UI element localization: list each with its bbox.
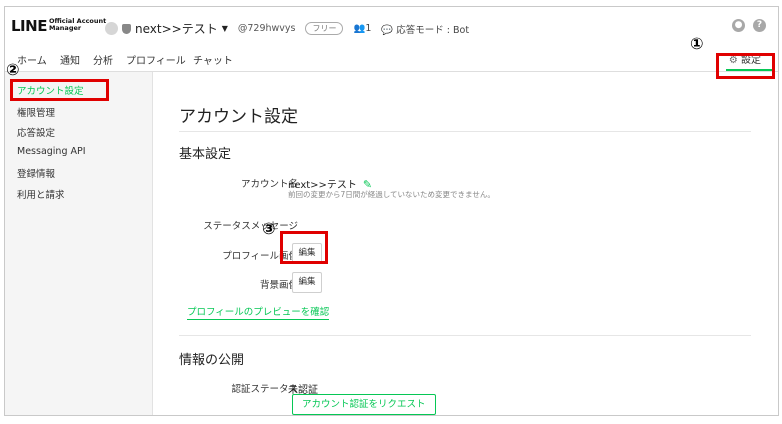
tab-chat[interactable]: チャット [193, 52, 233, 67]
highlight-profile-image-edit [280, 231, 328, 264]
top-icons: ● ? [732, 19, 766, 32]
divider [179, 131, 751, 132]
avatar [105, 22, 118, 35]
divider [179, 335, 751, 336]
highlight-account-settings [10, 79, 109, 101]
basic-settings-heading: 基本設定 [179, 147, 232, 162]
sidebar: アカウント設定 権限管理 応答設定 Messaging API 登録情報 利用と… [5, 72, 153, 415]
tab-notifications[interactable]: 通知 [60, 52, 80, 67]
sidebar-item-response-settings[interactable]: 応答設定 [17, 125, 55, 139]
public-info-heading: 情報の公開 [179, 353, 245, 368]
tab-profile[interactable]: プロフィール [126, 52, 186, 67]
account-name-note: 前回の変更から7日間が経過していないため変更できません。 [288, 190, 495, 199]
tab-analytics[interactable]: 分析 [93, 52, 113, 67]
profile-preview-link[interactable]: プロフィールのプレビューを確認 [187, 304, 330, 320]
status-message-label: ステータスメッセージ [203, 221, 298, 232]
account-name: next>>テスト [135, 22, 218, 36]
highlight-settings-tab [716, 53, 775, 79]
annotation-marker-2: ② [6, 60, 20, 79]
sidebar-item-messaging-api[interactable]: Messaging API [17, 146, 86, 157]
main-content: アカウント設定 基本設定 アカウント名 next>>テスト ✎ 前回の変更から7日… [153, 72, 778, 415]
account-id: @729hwvys [237, 23, 296, 34]
tab-bar: ホーム 通知 分析 プロフィール チャット ⚙ 設定 [5, 45, 778, 72]
sidebar-item-billing[interactable]: 利用と請求 [17, 187, 65, 201]
user-count: 👥1 [353, 23, 372, 34]
line-logo[interactable]: LINE Official Account Manager [11, 17, 106, 35]
top-bar: LINE Official Account Manager next>>テスト … [5, 7, 778, 45]
sidebar-item-registration[interactable]: 登録情報 [17, 166, 55, 180]
caret-down-icon: ▼ [221, 24, 228, 33]
annotation-marker-1: ① [690, 34, 704, 53]
request-verification-button[interactable]: アカウント認証をリクエスト [292, 394, 436, 415]
logo-sub: Official Account Manager [48, 17, 107, 32]
users-icon: 👥 [353, 23, 366, 34]
sidebar-item-permissions[interactable]: 権限管理 [17, 105, 55, 119]
account-switcher[interactable]: next>>テスト ▼ @729hwvys フリー 👥1 💬 応答モード : B… [105, 20, 469, 37]
background-image-edit-button[interactable]: 編集 [292, 272, 322, 293]
page-title: アカウント設定 [179, 107, 298, 127]
annotation-marker-3: ③ [262, 219, 276, 238]
response-mode: 💬 応答モード : Bot [381, 24, 470, 36]
tab-home[interactable]: ホーム [17, 52, 47, 67]
chat-bubble-icon: 💬 [381, 24, 394, 36]
help-icon[interactable]: ? [753, 19, 766, 32]
app-window: LINE Official Account Manager next>>テスト … [4, 6, 779, 416]
plan-badge: フリー [305, 22, 344, 35]
user-icon[interactable]: ● [732, 19, 745, 32]
shield-icon [122, 23, 131, 34]
logo-main: LINE [11, 17, 47, 35]
